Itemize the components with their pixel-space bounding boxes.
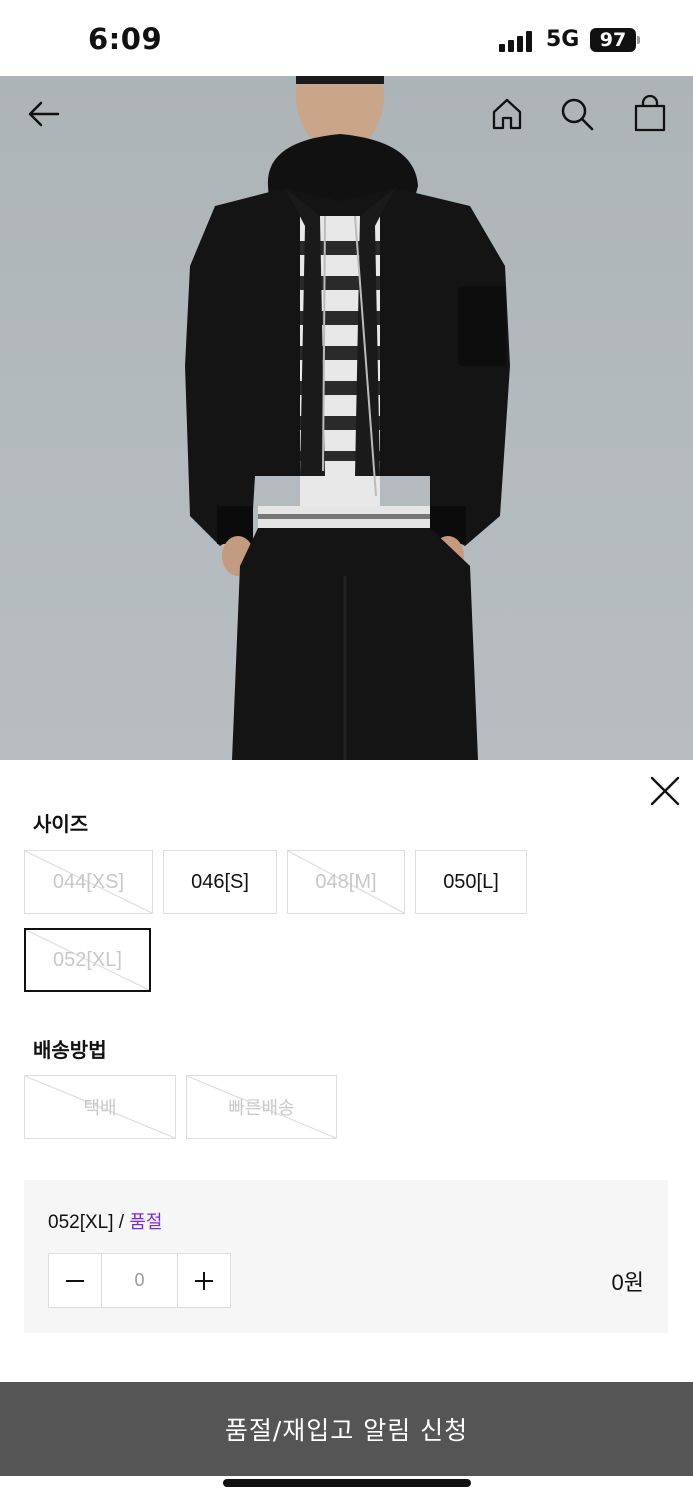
battery-icon: 97 (590, 28, 636, 52)
size-option-label: 044[XS] (52, 870, 125, 893)
size-option-label: 052[XL] (53, 948, 122, 971)
soldout-status: 품절 (129, 1212, 163, 1233)
shopping-bag-icon (634, 95, 666, 132)
decrease-quantity-button[interactable] (49, 1254, 101, 1307)
size-section-title: 사이즈 (33, 812, 89, 836)
option-separator: / (113, 1212, 130, 1233)
size-option-s[interactable]: 046[S] (163, 850, 277, 914)
close-icon (650, 776, 680, 806)
size-option-xs[interactable]: 044[XS] (24, 850, 153, 914)
model-illustration (185, 76, 510, 760)
delivery-option-label: 택배 (83, 1098, 117, 1119)
network-label: 5G (546, 27, 580, 52)
delivery-option-express[interactable]: 빠른배송 (186, 1075, 337, 1139)
home-button[interactable] (483, 90, 531, 138)
size-option-xl[interactable]: 052[XL] (24, 928, 151, 992)
selected-option-name: 052[XL] (48, 1212, 114, 1233)
search-icon (561, 98, 594, 131)
size-option-label: 048[M] (315, 870, 377, 893)
home-icon (492, 98, 522, 130)
status-time: 6:09 (88, 22, 163, 56)
minus-icon (66, 1279, 84, 1282)
cart-button[interactable] (626, 90, 674, 138)
total-price: 0원 (611, 1270, 644, 1295)
size-option-label: 050[L] (443, 870, 499, 893)
size-option-l[interactable]: 050[L] (415, 850, 527, 914)
size-option-m[interactable]: 048[M] (287, 850, 405, 914)
signal-icon (499, 30, 535, 52)
search-button[interactable] (553, 90, 601, 138)
quantity-stepper: 0 (48, 1253, 231, 1308)
home-indicator (223, 1479, 471, 1487)
size-option-label: 046[S] (191, 870, 249, 893)
battery-tip (637, 36, 640, 44)
quantity-input[interactable]: 0 (101, 1254, 178, 1307)
selected-option-summary: 052[XL] / 품절 0 0원 (24, 1180, 668, 1333)
selected-option-line: 052[XL] / 품절 (48, 1208, 162, 1234)
product-photo (0, 76, 693, 760)
back-button[interactable] (20, 90, 68, 138)
arrow-left-icon (28, 101, 60, 127)
close-button[interactable] (646, 772, 684, 810)
restock-alert-button[interactable]: 품절/재입고 알림 신청 (0, 1382, 693, 1476)
delivery-option-standard[interactable]: 택배 (24, 1075, 176, 1139)
delivery-option-label: 빠른배송 (228, 1098, 295, 1119)
increase-quantity-button[interactable] (178, 1254, 230, 1307)
plus-icon (195, 1271, 213, 1290)
delivery-section-title: 배송방법 (33, 1038, 107, 1062)
option-sheet: 사이즈 044[XS] 046[S] 048[M] 050[L] 052[XL]… (0, 760, 693, 1500)
status-bar: 6:09 5G 97 (0, 0, 693, 76)
